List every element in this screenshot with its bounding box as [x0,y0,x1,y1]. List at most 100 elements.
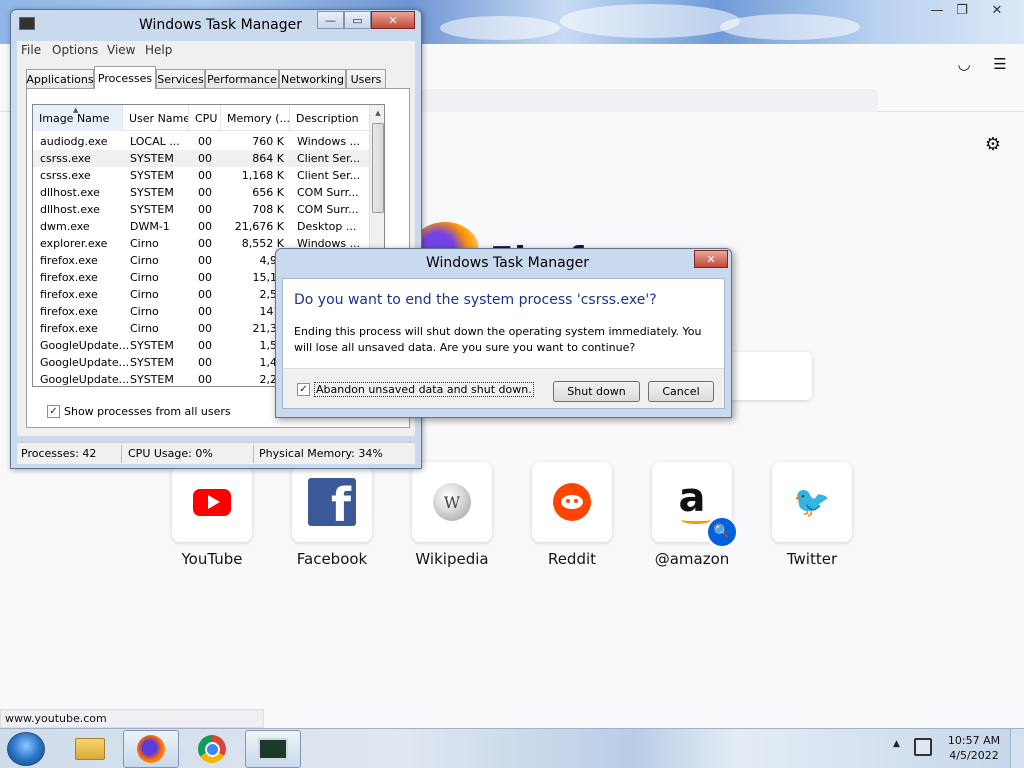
cell-cpu: 00 [198,322,212,335]
abandon-data-checkbox[interactable]: ✓ [297,383,310,396]
folder-icon [75,738,105,760]
top-site-label: Facebook [296,550,368,568]
scrollbar-thumb[interactable] [372,123,384,213]
show-hidden-icons-icon[interactable]: ▲ [893,739,900,749]
twitter-icon: 🐦 [793,484,831,520]
top-site-wikipedia[interactable]: W [412,462,492,542]
menu-file[interactable]: File [21,43,41,57]
start-button[interactable] [7,732,45,766]
cell-image-name: GoogleUpdate... [40,339,130,352]
top-site-facebook[interactable]: f [292,462,372,542]
settings-gear-icon[interactable]: ⚙ [982,133,1004,155]
clock-time: 10:57 AM [947,734,1001,747]
cell-image-name: audiodg.exe [40,135,108,148]
cell-user-name: SYSTEM [130,186,174,199]
column-description[interactable]: Description [290,105,370,131]
cancel-button[interactable]: Cancel [648,381,714,402]
column-user-name[interactable]: User Name [123,105,189,131]
cell-image-name: csrss.exe [40,152,91,165]
cell-image-name: GoogleUpdate... [40,373,130,386]
cell-image-name: firefox.exe [40,305,98,318]
clock-date: 4/5/2022 [949,749,999,762]
hamburger-menu-icon[interactable]: ☰ [989,53,1011,75]
menu-options[interactable]: Options [52,43,98,57]
taskbar-clock[interactable]: 10:57 AM 4/5/2022 [944,733,1004,763]
show-all-processes-toggle[interactable]: ✓ Show processes from all users [47,405,231,418]
dialog-footer: ✓ Abandon unsaved data and shut down. Sh… [283,368,724,408]
cell-user-name: SYSTEM [130,203,174,216]
close-button[interactable]: ✕ [371,11,415,29]
cell-description: COM Surr... [297,203,359,216]
cell-cpu: 00 [198,305,212,318]
column-cpu[interactable]: CPU [189,105,221,131]
facebook-icon: f [308,478,356,526]
minimize-button[interactable]: — [317,11,344,29]
top-site-reddit[interactable] [532,462,612,542]
cell-user-name: SYSTEM [130,373,174,386]
tab-services[interactable]: Services [156,69,205,88]
cell-cpu: 00 [198,339,212,352]
taskbar-chrome[interactable] [184,730,240,768]
cell-description: Client Ser... [297,152,361,165]
show-all-checkbox[interactable]: ✓ [47,405,60,418]
tab-applications[interactable]: Applications [26,69,94,88]
reddit-icon [553,483,591,521]
end-process-dialog: Windows Task Manager ✕ Do you want to en… [275,248,732,418]
abandon-data-toggle[interactable]: ✓ Abandon unsaved data and shut down. [297,382,534,397]
shut-down-button[interactable]: Shut down [553,381,640,402]
top-site-label: Reddit [547,550,597,568]
cell-image-name: dllhost.exe [40,186,100,199]
tab-networking[interactable]: Networking [279,69,346,88]
windows-taskbar: ▲ 10:57 AM 4/5/2022 [0,728,1024,768]
tab-performance[interactable]: Performance [205,69,279,88]
cell-user-name: Cirno [130,254,159,267]
youtube-icon [193,488,231,516]
dialog-close-button[interactable]: ✕ [694,250,728,268]
taskbar-firefox[interactable] [123,730,179,768]
cell-description: Windows ... [297,135,361,148]
wikipedia-icon: W [433,483,471,521]
cell-cpu: 00 [198,203,212,216]
table-row[interactable]: dllhost.exe SYSTEM 00 708 K COM Surr... [33,201,370,218]
top-site-twitter[interactable]: 🐦 [772,462,852,542]
cell-user-name: Cirno [130,237,159,250]
task-manager-app-icon [19,17,35,30]
table-row[interactable]: csrss.exe SYSTEM 00 864 K Client Ser... [33,150,370,167]
taskbar-explorer[interactable] [62,730,118,768]
cell-user-name: Cirno [130,322,159,335]
column-memory[interactable]: Memory (... [221,105,290,131]
chrome-icon [198,735,226,763]
web-search-box[interactable] [724,352,812,400]
firefox-icon [137,735,165,763]
task-manager-titlebar[interactable]: Windows Task Manager — ▭ ✕ [11,10,421,38]
table-row[interactable]: dwm.exe DWM-1 00 21,676 K Desktop ... [33,218,370,235]
scroll-up-icon[interactable]: ▲ [370,105,384,121]
firefox-restore-button[interactable]: ❐ [945,0,979,20]
status-divider [121,445,122,463]
menu-view[interactable]: View [107,43,135,57]
taskbar-task-manager[interactable] [245,730,301,768]
dialog-message: Ending this process will shut down the o… [294,325,702,354]
top-site-label: YouTube [181,550,243,568]
table-row[interactable]: audiodg.exe LOCAL ... 00 760 K Windows ... [33,133,370,150]
tab-users[interactable]: Users [346,69,386,88]
top-site-youtube[interactable] [172,462,252,542]
firefox-close-button[interactable]: ✕ [980,0,1014,20]
cell-cpu: 00 [198,220,212,233]
cell-image-name: dwm.exe [40,220,90,233]
tab-processes[interactable]: Processes [94,66,156,89]
menu-help[interactable]: Help [145,43,172,57]
maximize-button[interactable]: ▭ [344,11,371,29]
cell-memory: 21,676 K [234,220,284,233]
network-icon[interactable] [914,738,932,756]
cell-image-name: firefox.exe [40,288,98,301]
status-processes: Processes: 42 [21,447,97,460]
show-desktop-button[interactable] [1010,729,1024,768]
cell-description: COM Surr... [297,186,359,199]
cell-cpu: 00 [198,135,212,148]
table-row[interactable]: dllhost.exe SYSTEM 00 656 K COM Surr... [33,184,370,201]
table-row[interactable]: csrss.exe SYSTEM 00 1,168 K Client Ser... [33,167,370,184]
pocket-icon[interactable]: ◡ [953,53,975,75]
amazon-icon: a [679,478,711,524]
menu-bar: File Options View Help [17,41,415,60]
